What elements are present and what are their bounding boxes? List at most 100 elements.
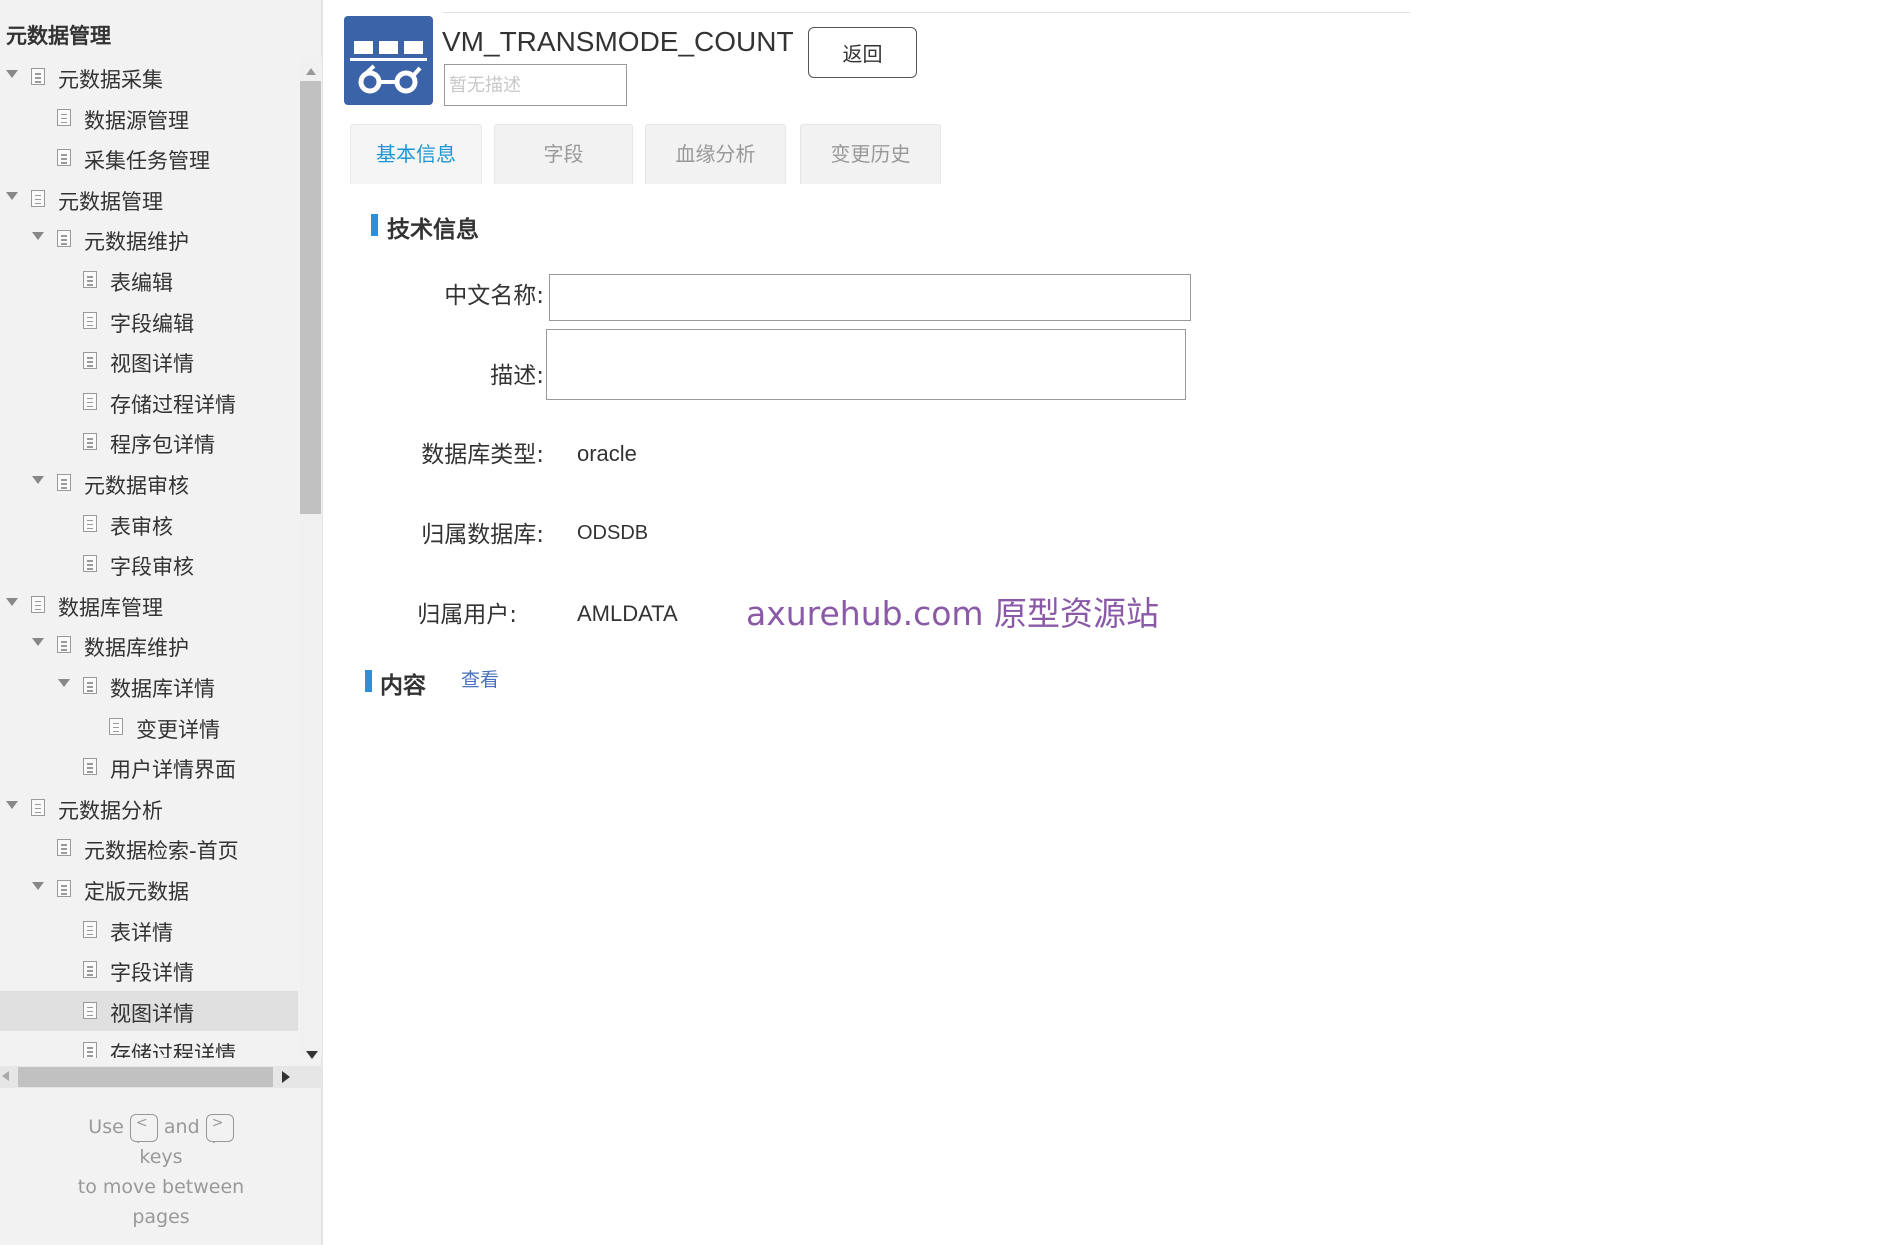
page-icon	[57, 474, 71, 491]
sidebar-tree-item[interactable]: 数据库详情	[0, 666, 298, 706]
page-icon	[31, 189, 45, 207]
top-divider	[443, 12, 1410, 13]
expand-caret-icon[interactable]	[32, 882, 44, 890]
page-icon	[83, 433, 97, 451]
sidebar-title: 元数据管理	[6, 24, 111, 48]
sidebar-tree: 元数据采集 数据源管理 采集任务管理 元数据管理 元数据维护 表编辑 字段编辑 视图详情 存储过…	[0, 57, 298, 1058]
keyboard-help: Use <. and >. keys to move between pages	[0, 1112, 322, 1232]
sidebar-item-label: 元数据管理	[58, 189, 163, 214]
db-type-label: 数据库类型:	[421, 442, 544, 468]
sidebar-tree-item[interactable]: 数据库管理	[0, 585, 298, 625]
page-icon	[57, 636, 71, 654]
sidebar-tree-item[interactable]: 定版元数据	[0, 869, 298, 909]
expand-caret-icon[interactable]	[32, 232, 44, 241]
expand-caret-icon[interactable]	[6, 70, 18, 78]
sidebar-item-label: 存储过程详情	[110, 1042, 236, 1058]
sidebar-tree-item[interactable]: 元数据分析	[0, 788, 298, 828]
expand-caret-icon[interactable]	[32, 638, 44, 647]
sidebar-item-label: 元数据采集	[58, 68, 163, 92]
section-marker	[365, 670, 372, 692]
user-value: AMLDATA	[577, 601, 678, 626]
sidebar-tree-item[interactable]: 数据源管理	[0, 98, 298, 138]
scroll-left-arrow-icon[interactable]	[2, 1071, 9, 1081]
scroll-down-arrow-icon[interactable]	[306, 1051, 318, 1060]
horizontal-scrollbar[interactable]	[0, 1066, 322, 1088]
page-icon	[83, 1042, 97, 1058]
page-icon	[83, 352, 97, 370]
expand-caret-icon[interactable]	[6, 191, 18, 200]
page-icon	[83, 271, 97, 288]
sidebar-tree-item[interactable]: 字段详情	[0, 950, 298, 990]
db-type-value: oracle	[577, 441, 637, 466]
sidebar-item-label: 用户详情界面	[110, 758, 236, 783]
help-use-text: Use	[88, 1116, 124, 1138]
page-icon	[109, 717, 123, 735]
sidebar-tree-item[interactable]: 元数据检索-首页	[0, 828, 298, 868]
sidebar-tree-item[interactable]: 表审核	[0, 504, 298, 544]
sidebar-tree-item[interactable]: 视图详情	[0, 990, 298, 1031]
sidebar-tree-item[interactable]: 采集任务管理	[0, 138, 298, 178]
scroll-up-arrow-icon[interactable]	[306, 68, 316, 75]
cn-name-input[interactable]	[549, 274, 1191, 321]
tech-info-heading: 技术信息	[387, 217, 479, 243]
sidebar-item-label: 程序包详情	[110, 433, 215, 458]
section-marker	[371, 214, 378, 236]
sidebar-tree-item[interactable]: 表详情	[0, 910, 298, 950]
page-icon	[83, 514, 97, 532]
page-icon	[57, 230, 71, 248]
description-input[interactable]	[444, 64, 627, 106]
vertical-scroll-thumb[interactable]	[300, 81, 321, 514]
expand-caret-icon[interactable]	[6, 597, 18, 606]
sidebar-tree-item[interactable]: 元数据采集	[0, 57, 298, 97]
vertical-scrollbar[interactable]	[300, 57, 322, 1060]
content-heading: 内容	[380, 673, 426, 699]
sidebar-tree-item[interactable]: 存储过程详情	[0, 382, 298, 422]
help-keys-text: keys	[139, 1146, 183, 1168]
expand-caret-icon[interactable]	[32, 476, 44, 484]
sidebar-tree-item[interactable]: 变更详情	[0, 707, 298, 747]
expand-caret-icon[interactable]	[6, 800, 18, 809]
page-icon	[31, 68, 45, 85]
sidebar-tree-item[interactable]: 数据库维护	[0, 625, 298, 665]
page-icon	[83, 677, 97, 694]
sidebar-tree-item[interactable]: 元数据维护	[0, 219, 298, 259]
sidebar-item-label: 数据库维护	[84, 636, 189, 661]
view-content-link[interactable]: 查看	[461, 665, 499, 692]
sidebar-tree-item[interactable]: 元数据管理	[0, 179, 298, 219]
page-icon	[57, 880, 71, 897]
table-icon	[344, 16, 433, 105]
sidebar-tree-item[interactable]: 程序包详情	[0, 422, 298, 462]
sidebar-tree-item[interactable]: 字段编辑	[0, 301, 298, 341]
tab-change-history[interactable]: 变更历史	[800, 124, 941, 184]
tab-fields[interactable]: 字段	[494, 124, 633, 184]
scroll-right-arrow-icon[interactable]	[282, 1071, 290, 1083]
sidebar-tree-item[interactable]: 存储过程详情	[0, 1031, 298, 1058]
back-button[interactable]: 返回	[808, 27, 917, 78]
sidebar-tree-item[interactable]: 元数据审核	[0, 463, 298, 503]
sidebar-item-label: 元数据维护	[84, 230, 189, 255]
cn-name-label: 中文名称:	[444, 283, 544, 309]
page-icon	[83, 311, 97, 329]
page-icon	[83, 961, 97, 979]
help-line3-text: pages	[132, 1206, 190, 1228]
sidebar-item-label: 表审核	[110, 514, 173, 539]
description-textarea[interactable]	[546, 329, 1186, 400]
sidebar-item-label: 元数据审核	[84, 474, 189, 498]
tab-lineage[interactable]: 血缘分析	[645, 124, 786, 184]
sidebar-tree-item[interactable]: 用户详情界面	[0, 747, 298, 787]
database-value: ODSDB	[577, 522, 649, 544]
horizontal-scroll-thumb[interactable]	[18, 1067, 273, 1087]
sidebar-item-label: 字段编辑	[110, 311, 194, 336]
sidebar-item-label: 变更详情	[136, 717, 220, 742]
sidebar-tree-item[interactable]: 字段审核	[0, 544, 298, 584]
expand-caret-icon[interactable]	[58, 679, 70, 687]
watermark-text: axurehub.com 原型资源站	[746, 594, 1160, 633]
help-and-text: and	[163, 1116, 200, 1138]
sidebar-tree-item[interactable]: 表编辑	[0, 260, 298, 300]
page-icon	[57, 108, 71, 126]
sidebar-item-label: 字段审核	[110, 555, 194, 580]
sidebar-item-label: 数据库详情	[110, 677, 215, 701]
sidebar-tree-item[interactable]: 视图详情	[0, 341, 298, 381]
tab-basic-info[interactable]: 基本信息	[350, 124, 482, 184]
description-label: 描述:	[490, 363, 544, 389]
